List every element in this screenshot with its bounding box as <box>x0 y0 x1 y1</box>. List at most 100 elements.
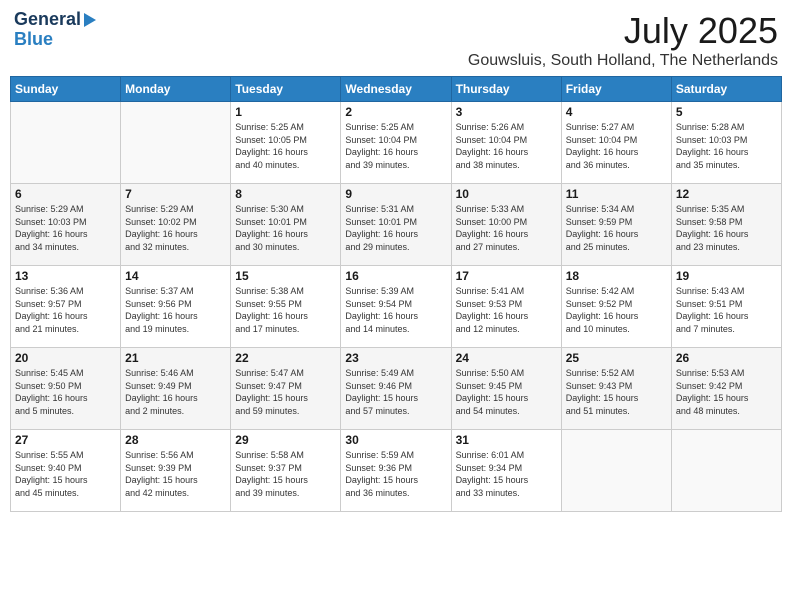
day-number: 13 <box>15 269 116 283</box>
day-number: 1 <box>235 105 336 119</box>
cell-sun-info: Sunrise: 6:01 AM Sunset: 9:34 PM Dayligh… <box>456 449 557 499</box>
cell-sun-info: Sunrise: 5:25 AM Sunset: 10:04 PM Daylig… <box>345 121 446 171</box>
weekday-header-sunday: Sunday <box>11 77 121 102</box>
weekday-header-wednesday: Wednesday <box>341 77 451 102</box>
day-number: 3 <box>456 105 557 119</box>
day-number: 29 <box>235 433 336 447</box>
day-number: 16 <box>345 269 446 283</box>
cell-sun-info: Sunrise: 5:30 AM Sunset: 10:01 PM Daylig… <box>235 203 336 253</box>
weekday-header-tuesday: Tuesday <box>231 77 341 102</box>
cell-sun-info: Sunrise: 5:28 AM Sunset: 10:03 PM Daylig… <box>676 121 777 171</box>
weekday-header-friday: Friday <box>561 77 671 102</box>
calendar-cell: 23 Sunrise: 5:49 AM Sunset: 9:46 PM Dayli… <box>341 348 451 430</box>
calendar-cell: 10 Sunrise: 5:33 AM Sunset: 10:00 PM Dayl… <box>451 184 561 266</box>
calendar-cell <box>561 430 671 512</box>
day-number: 5 <box>676 105 777 119</box>
logo-general: General <box>14 10 81 30</box>
page-header: General Blue July 2025 Gouwsluis, South … <box>10 10 782 70</box>
day-number: 28 <box>125 433 226 447</box>
cell-sun-info: Sunrise: 5:36 AM Sunset: 9:57 PM Dayligh… <box>15 285 116 335</box>
day-number: 22 <box>235 351 336 365</box>
day-number: 24 <box>456 351 557 365</box>
calendar-cell <box>11 102 121 184</box>
title-block: July 2025 Gouwsluis, South Holland, The … <box>468 10 778 70</box>
calendar-cell: 11 Sunrise: 5:34 AM Sunset: 9:59 PM Dayli… <box>561 184 671 266</box>
calendar-week-row: 13 Sunrise: 5:36 AM Sunset: 9:57 PM Dayli… <box>11 266 782 348</box>
cell-sun-info: Sunrise: 5:37 AM Sunset: 9:56 PM Dayligh… <box>125 285 226 335</box>
calendar-table: SundayMondayTuesdayWednesdayThursdayFrid… <box>10 76 782 512</box>
cell-sun-info: Sunrise: 5:56 AM Sunset: 9:39 PM Dayligh… <box>125 449 226 499</box>
logo: General Blue <box>14 10 96 50</box>
weekday-header-row: SundayMondayTuesdayWednesdayThursdayFrid… <box>11 77 782 102</box>
calendar-cell: 18 Sunrise: 5:42 AM Sunset: 9:52 PM Dayli… <box>561 266 671 348</box>
day-number: 17 <box>456 269 557 283</box>
day-number: 11 <box>566 187 667 201</box>
cell-sun-info: Sunrise: 5:43 AM Sunset: 9:51 PM Dayligh… <box>676 285 777 335</box>
location-title: Gouwsluis, South Holland, The Netherland… <box>468 52 778 70</box>
calendar-cell: 8 Sunrise: 5:30 AM Sunset: 10:01 PM Dayli… <box>231 184 341 266</box>
cell-sun-info: Sunrise: 5:55 AM Sunset: 9:40 PM Dayligh… <box>15 449 116 499</box>
calendar-week-row: 20 Sunrise: 5:45 AM Sunset: 9:50 PM Dayli… <box>11 348 782 430</box>
month-title: July 2025 <box>468 10 778 52</box>
cell-sun-info: Sunrise: 5:29 AM Sunset: 10:02 PM Daylig… <box>125 203 226 253</box>
day-number: 30 <box>345 433 446 447</box>
day-number: 4 <box>566 105 667 119</box>
logo-blue: Blue <box>14 30 53 50</box>
calendar-cell: 5 Sunrise: 5:28 AM Sunset: 10:03 PM Dayli… <box>671 102 781 184</box>
cell-sun-info: Sunrise: 5:42 AM Sunset: 9:52 PM Dayligh… <box>566 285 667 335</box>
calendar-cell: 16 Sunrise: 5:39 AM Sunset: 9:54 PM Dayli… <box>341 266 451 348</box>
day-number: 14 <box>125 269 226 283</box>
cell-sun-info: Sunrise: 5:45 AM Sunset: 9:50 PM Dayligh… <box>15 367 116 417</box>
weekday-header-monday: Monday <box>121 77 231 102</box>
calendar-week-row: 27 Sunrise: 5:55 AM Sunset: 9:40 PM Dayli… <box>11 430 782 512</box>
calendar-cell: 9 Sunrise: 5:31 AM Sunset: 10:01 PM Dayli… <box>341 184 451 266</box>
day-number: 8 <box>235 187 336 201</box>
calendar-cell: 25Sunrise: 5:52 AM Sunset: 9:43 PM Dayli… <box>561 348 671 430</box>
cell-sun-info: Sunrise: 5:59 AM Sunset: 9:36 PM Dayligh… <box>345 449 446 499</box>
calendar-cell: 31Sunrise: 6:01 AM Sunset: 9:34 PM Dayli… <box>451 430 561 512</box>
calendar-cell: 28 Sunrise: 5:56 AM Sunset: 9:39 PM Dayli… <box>121 430 231 512</box>
cell-sun-info: Sunrise: 5:38 AM Sunset: 9:55 PM Dayligh… <box>235 285 336 335</box>
calendar-week-row: 1Sunrise: 5:25 AM Sunset: 10:05 PM Dayli… <box>11 102 782 184</box>
day-number: 27 <box>15 433 116 447</box>
cell-sun-info: Sunrise: 5:31 AM Sunset: 10:01 PM Daylig… <box>345 203 446 253</box>
calendar-cell: 20 Sunrise: 5:45 AM Sunset: 9:50 PM Dayli… <box>11 348 121 430</box>
calendar-cell: 26 Sunrise: 5:53 AM Sunset: 9:42 PM Dayli… <box>671 348 781 430</box>
cell-sun-info: Sunrise: 5:49 AM Sunset: 9:46 PM Dayligh… <box>345 367 446 417</box>
calendar-cell: 24Sunrise: 5:50 AM Sunset: 9:45 PM Dayli… <box>451 348 561 430</box>
day-number: 21 <box>125 351 226 365</box>
cell-sun-info: Sunrise: 5:26 AM Sunset: 10:04 PM Daylig… <box>456 121 557 171</box>
cell-sun-info: Sunrise: 5:33 AM Sunset: 10:00 PM Daylig… <box>456 203 557 253</box>
cell-sun-info: Sunrise: 5:58 AM Sunset: 9:37 PM Dayligh… <box>235 449 336 499</box>
calendar-cell: 30 Sunrise: 5:59 AM Sunset: 9:36 PM Dayli… <box>341 430 451 512</box>
day-number: 23 <box>345 351 446 365</box>
cell-sun-info: Sunrise: 5:53 AM Sunset: 9:42 PM Dayligh… <box>676 367 777 417</box>
cell-sun-info: Sunrise: 5:46 AM Sunset: 9:49 PM Dayligh… <box>125 367 226 417</box>
day-number: 20 <box>15 351 116 365</box>
weekday-header-saturday: Saturday <box>671 77 781 102</box>
day-number: 12 <box>676 187 777 201</box>
calendar-cell: 2Sunrise: 5:25 AM Sunset: 10:04 PM Dayli… <box>341 102 451 184</box>
calendar-cell: 15 Sunrise: 5:38 AM Sunset: 9:55 PM Dayli… <box>231 266 341 348</box>
cell-sun-info: Sunrise: 5:35 AM Sunset: 9:58 PM Dayligh… <box>676 203 777 253</box>
cell-sun-info: Sunrise: 5:39 AM Sunset: 9:54 PM Dayligh… <box>345 285 446 335</box>
day-number: 7 <box>125 187 226 201</box>
day-number: 26 <box>676 351 777 365</box>
calendar-cell: 12 Sunrise: 5:35 AM Sunset: 9:58 PM Dayli… <box>671 184 781 266</box>
cell-sun-info: Sunrise: 5:29 AM Sunset: 10:03 PM Daylig… <box>15 203 116 253</box>
day-number: 18 <box>566 269 667 283</box>
day-number: 9 <box>345 187 446 201</box>
cell-sun-info: Sunrise: 5:52 AM Sunset: 9:43 PM Dayligh… <box>566 367 667 417</box>
calendar-week-row: 6Sunrise: 5:29 AM Sunset: 10:03 PM Dayli… <box>11 184 782 266</box>
cell-sun-info: Sunrise: 5:41 AM Sunset: 9:53 PM Dayligh… <box>456 285 557 335</box>
calendar-cell <box>121 102 231 184</box>
calendar-cell: 29 Sunrise: 5:58 AM Sunset: 9:37 PM Dayli… <box>231 430 341 512</box>
calendar-cell: 19Sunrise: 5:43 AM Sunset: 9:51 PM Dayli… <box>671 266 781 348</box>
calendar-cell: 3 Sunrise: 5:26 AM Sunset: 10:04 PM Dayli… <box>451 102 561 184</box>
day-number: 15 <box>235 269 336 283</box>
day-number: 10 <box>456 187 557 201</box>
cell-sun-info: Sunrise: 5:34 AM Sunset: 9:59 PM Dayligh… <box>566 203 667 253</box>
cell-sun-info: Sunrise: 5:27 AM Sunset: 10:04 PM Daylig… <box>566 121 667 171</box>
calendar-cell: 22Sunrise: 5:47 AM Sunset: 9:47 PM Dayli… <box>231 348 341 430</box>
calendar-cell: 14 Sunrise: 5:37 AM Sunset: 9:56 PM Dayli… <box>121 266 231 348</box>
